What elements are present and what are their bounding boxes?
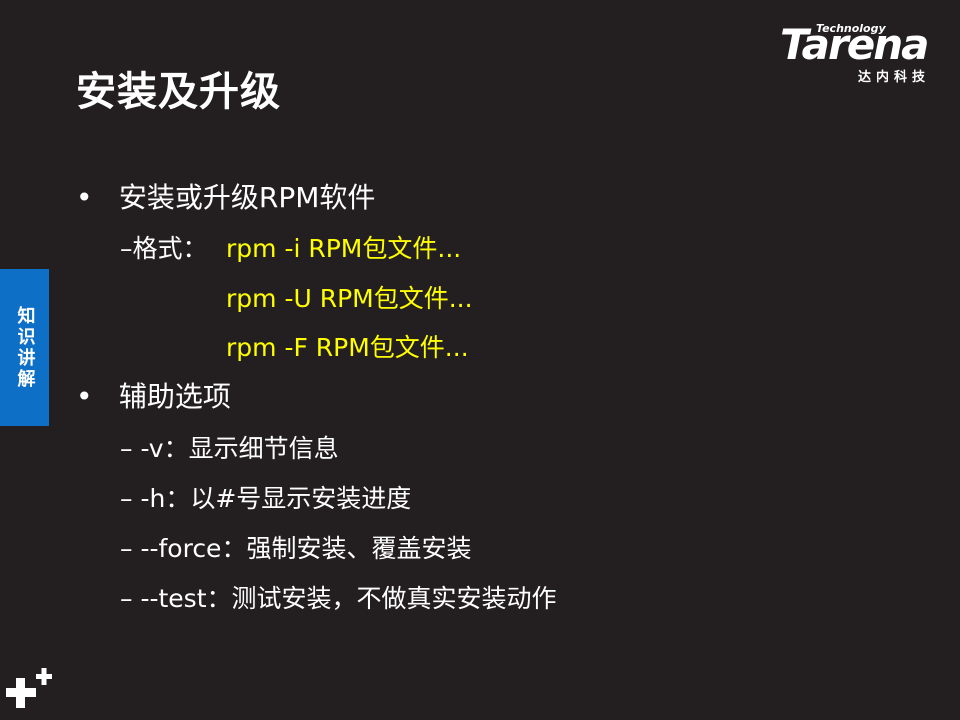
sub-format-prefix: –格式： <box>120 234 208 263</box>
bullet-install-upgrade: • 安装或升级RPM软件 <box>76 181 375 215</box>
sub-option: – --test：测试安装，不做真实安装动作 <box>120 584 557 613</box>
plus-plus-icon <box>6 668 52 708</box>
bullet-marker: • <box>76 380 93 413</box>
sub-format-line: rpm -F RPM包文件... <box>226 333 469 362</box>
sub-option: – -h：以#号显示安装进度 <box>120 484 412 513</box>
bullet-aux-options: • 辅助选项 <box>76 380 231 414</box>
bullet-text: 辅助选项 <box>118 380 231 413</box>
sub-option: – --force：强制安装、覆盖安装 <box>120 534 472 563</box>
slide-content: • 安装或升级RPM软件 –格式： rpm -i RPM包文件... rpm -… <box>0 0 960 720</box>
bullet-marker: • <box>76 181 93 214</box>
sub-format-line: rpm -i RPM包文件... <box>226 234 462 263</box>
sub-option: – -v：显示细节信息 <box>120 434 339 463</box>
bullet-text: 安装或升级RPM软件 <box>118 181 376 214</box>
sub-format-line: rpm -U RPM包文件... <box>226 284 473 313</box>
